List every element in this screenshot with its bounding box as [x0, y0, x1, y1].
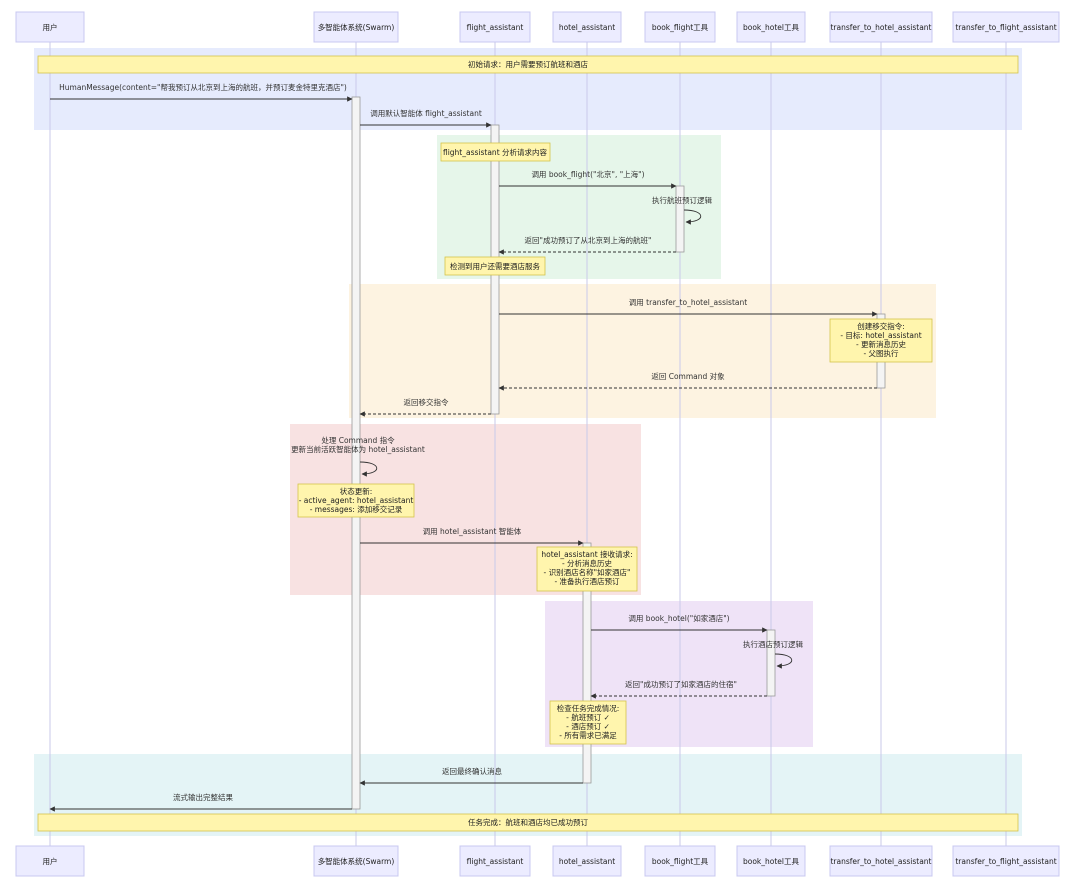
message-label: 返回 Command 对象: [651, 371, 725, 381]
svg-text:- 识别酒店名称"如家酒店": - 识别酒店名称"如家酒店": [544, 567, 631, 577]
message-label: 处理 Command 指令: [321, 435, 395, 445]
participants-bottom: 用户 多智能体系统(Swarm) flight_assistant hotel_…: [15, 845, 1060, 877]
participant-label: transfer_to_flight_assistant: [955, 857, 1056, 866]
message-label: 调用 transfer_to_hotel_assistant: [629, 298, 747, 307]
svg-text:- 父图执行: - 父图执行: [863, 348, 899, 358]
svg-text:- active_agent: hotel_assistan: - active_agent: hotel_assistant: [299, 496, 414, 505]
message-label: 返回移交指令: [404, 397, 449, 407]
participant-hotel-bottom[interactable]: hotel_assistant: [552, 845, 622, 877]
note-flight-analyze: flight_assistant 分析请求内容: [440, 142, 551, 162]
participant-label: 用户: [43, 856, 58, 866]
participant-label: hotel_assistant: [559, 23, 615, 32]
svg-text:检测到用户还需要酒店服务: 检测到用户还需要酒店服务: [450, 261, 540, 271]
participant-swarm-bottom[interactable]: 多智能体系统(Swarm): [313, 845, 399, 877]
svg-text:- 所有需求已满足: - 所有需求已满足: [559, 730, 617, 740]
participant-label: book_flight工具: [652, 23, 709, 32]
participant-transfer-hotel[interactable]: transfer_to_hotel_assistant: [829, 11, 933, 43]
message-label: 调用默认智能体 flight_assistant: [370, 108, 482, 118]
svg-text:- 分析消息历史: - 分析消息历史: [562, 558, 613, 568]
participant-book-hotel-bottom[interactable]: book_hotel工具: [736, 845, 806, 877]
svg-text:检查任务完成情况:: 检查任务完成情况:: [557, 703, 620, 713]
participant-hotel[interactable]: hotel_assistant: [552, 11, 622, 43]
svg-text:- 航班预订 ✓: - 航班预订 ✓: [566, 712, 610, 722]
svg-text:- 酒店预订 ✓: - 酒店预订 ✓: [566, 721, 610, 731]
message-label: HumanMessage(content="帮我预订从北京到上海的航班，并预订麦…: [59, 82, 347, 92]
message-label: 返回"成功预订了从北京到上海的航班": [525, 235, 652, 245]
message-label: 调用 book_flight("北京", "上海"): [531, 169, 644, 179]
participant-book-hotel[interactable]: book_hotel工具: [736, 11, 806, 43]
note-task-complete: 任务完成：航班和酒店均已成功预订: [37, 813, 1019, 832]
message-label: 调用 hotel_assistant 智能体: [423, 526, 522, 536]
sequence-diagram: 用户 多智能体系统(Swarm) flight_assistant hotel_…: [15, 11, 1060, 877]
svg-text:- 更新消息历史: - 更新消息历史: [856, 339, 907, 349]
participant-label: hotel_assistant: [559, 857, 615, 866]
participant-label: book_flight工具: [652, 857, 709, 866]
note-state-update: 状态更新: - active_agent: hotel_assistant - …: [297, 483, 415, 518]
svg-text:- 目标: hotel_assistant: - 目标: hotel_assistant: [840, 330, 921, 340]
participant-user[interactable]: 用户: [15, 11, 85, 43]
svg-text:- 准备执行酒店预订: - 准备执行酒店预订: [554, 576, 620, 586]
svg-text:- messages: 添加移交记录: - messages: 添加移交记录: [310, 504, 403, 514]
message-label: 调用 book_hotel("如家酒店"): [628, 613, 729, 623]
participant-label: transfer_to_hotel_assistant: [830, 857, 931, 866]
message-label: 返回最终确认消息: [442, 766, 502, 776]
message-label: 更新当前活跃智能体为 hotel_assistant: [291, 444, 425, 454]
note-initial-request: 初始请求：用户需要预订航班和酒店: [37, 55, 1019, 74]
svg-text:任务完成：航班和酒店均已成功预订: 任务完成：航班和酒店均已成功预订: [468, 817, 588, 827]
svg-text:初始请求：用户需要预订航班和酒店: 初始请求：用户需要预订航班和酒店: [468, 59, 588, 69]
note-detect-hotel: 检测到用户还需要酒店服务: [444, 256, 546, 276]
participant-label: 用户: [43, 22, 58, 32]
participant-flight[interactable]: flight_assistant: [459, 11, 531, 43]
message-label: 流式输出完整结果: [173, 792, 233, 802]
participant-user-bottom[interactable]: 用户: [15, 845, 85, 877]
participant-label: book_hotel工具: [743, 857, 800, 866]
participants-top: 用户 多智能体系统(Swarm) flight_assistant hotel_…: [15, 11, 1060, 43]
participant-book-flight-bottom[interactable]: book_flight工具: [644, 845, 716, 877]
participant-label: flight_assistant: [467, 23, 524, 32]
svg-text:hotel_assistant 接收请求:: hotel_assistant 接收请求:: [541, 549, 632, 559]
participant-label: transfer_to_flight_assistant: [955, 23, 1056, 32]
participant-transfer-flight-bottom[interactable]: transfer_to_flight_assistant: [952, 845, 1060, 877]
participant-swarm[interactable]: 多智能体系统(Swarm): [313, 11, 399, 43]
note-check-complete: 检查任务完成情况: - 航班预订 ✓ - 酒店预订 ✓ - 所有需求已满足: [549, 700, 627, 745]
participant-label: flight_assistant: [467, 857, 524, 866]
participant-label: transfer_to_hotel_assistant: [830, 23, 931, 32]
participant-transfer-flight[interactable]: transfer_to_flight_assistant: [952, 11, 1060, 43]
participant-label: book_hotel工具: [743, 23, 800, 32]
note-hotel-receive: hotel_assistant 接收请求: - 分析消息历史 - 识别酒店名称"…: [536, 546, 638, 592]
message-label: 执行航班预订逻辑: [652, 195, 712, 205]
svg-text:状态更新:: 状态更新:: [340, 486, 373, 496]
message-label: 执行酒店预订逻辑: [743, 639, 803, 649]
note-create-transfer: 创建移交指令: - 目标: hotel_assistant - 更新消息历史 -…: [829, 318, 933, 363]
message-label: 返回"成功预订了如家酒店的住宿": [625, 679, 737, 689]
svg-text:flight_assistant 分析请求内容: flight_assistant 分析请求内容: [443, 147, 548, 157]
participant-label: 多智能体系统(Swarm): [318, 22, 395, 32]
svg-text:创建移交指令:: 创建移交指令:: [857, 321, 905, 331]
participant-flight-bottom[interactable]: flight_assistant: [459, 845, 531, 877]
participant-book-flight[interactable]: book_flight工具: [644, 11, 716, 43]
participant-transfer-hotel-bottom[interactable]: transfer_to_hotel_assistant: [829, 845, 933, 877]
participant-label: 多智能体系统(Swarm): [318, 856, 395, 866]
